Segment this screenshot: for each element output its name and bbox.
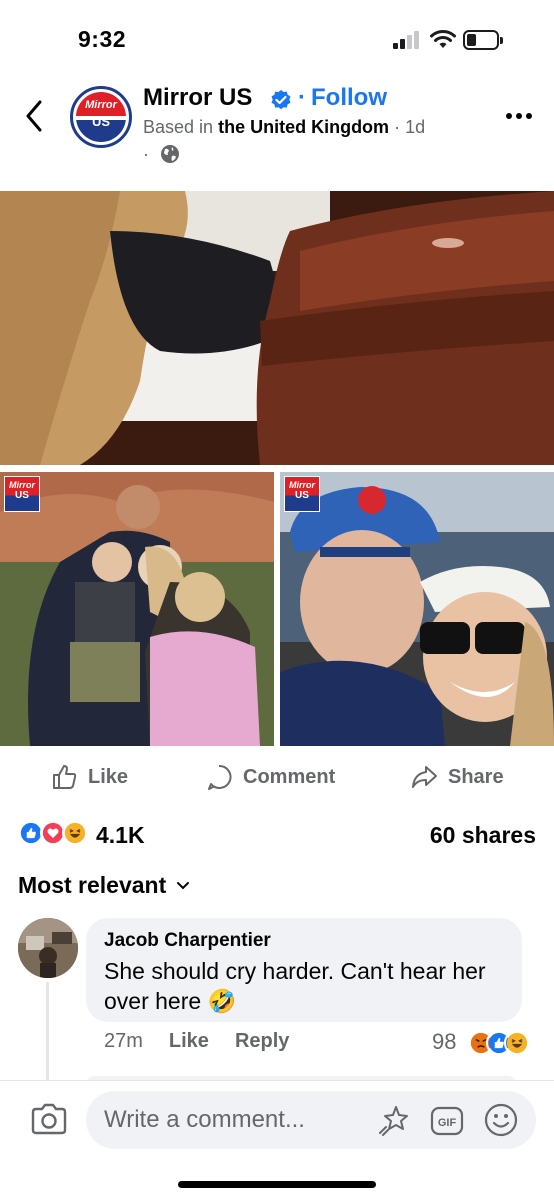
badge-text: Mirror	[8, 480, 35, 490]
commenter-avatar[interactable]	[18, 918, 78, 978]
comment-sort-label: Most relevant	[18, 872, 167, 898]
photo-selfie-illustration	[280, 472, 554, 746]
gif-icon[interactable]: GIF	[430, 1106, 464, 1136]
badge-sub: US	[295, 490, 309, 501]
comment-sort-dropdown[interactable]: Most relevant	[18, 872, 190, 899]
share-button[interactable]: Share	[410, 760, 504, 794]
wifi-icon	[430, 30, 456, 48]
mirror-watermark-left: Mirror US	[4, 476, 40, 512]
post-actions-bar: Like Comment Share	[0, 752, 554, 802]
badge-sub: US	[15, 490, 29, 501]
comment-text: She should cry harder. Can't hear her ov…	[104, 958, 486, 1014]
post-photo-family[interactable]: Mirror US	[0, 472, 274, 746]
share-count[interactable]: 60 shares	[430, 822, 536, 849]
photo-main-illustration	[0, 191, 554, 465]
verified-badge-icon	[271, 90, 291, 110]
comment-composer: Write a comment... GIF	[0, 1080, 554, 1200]
comment-button[interactable]: Comment	[205, 760, 335, 794]
privacy-separator: ·	[143, 144, 149, 164]
comment-reaction-count[interactable]: 98	[432, 1029, 456, 1055]
comment-like-button[interactable]: Like	[169, 1030, 209, 1053]
emoji-icon[interactable]	[484, 1103, 518, 1137]
like-button[interactable]: Like	[50, 760, 128, 794]
post-photo-main[interactable]	[0, 191, 554, 465]
thread-connector	[46, 982, 49, 1082]
comment-author[interactable]: Jacob Charpentier	[104, 930, 271, 952]
globe-icon	[161, 145, 179, 163]
chevron-down-icon	[177, 881, 190, 889]
page-name[interactable]: Mirror US	[143, 84, 252, 112]
like-label: Like	[88, 765, 129, 788]
cellular-signal-icon	[393, 31, 421, 49]
more-options-icon[interactable]	[504, 111, 534, 121]
status-time: 9:32	[78, 26, 127, 52]
share-arrow-icon	[412, 766, 437, 788]
avatar-logo-sub: US	[91, 114, 111, 129]
avatar-photo	[18, 918, 78, 978]
follow-separator: ·	[298, 84, 306, 111]
badge-text: Mirror	[288, 480, 315, 490]
post-photo-selfie[interactable]: Mirror US	[280, 472, 554, 746]
status-bar: 9:32	[0, 0, 554, 80]
avatar-sticker-icon[interactable]	[376, 1103, 412, 1139]
comment-bubble[interactable]: Jacob Charpentier She should cry harder.…	[86, 918, 522, 1022]
comment-meta: 27m Like Reply	[104, 1030, 289, 1053]
comment-bubble-icon	[208, 764, 232, 790]
battery-icon	[463, 30, 503, 50]
thumbs-up-icon	[53, 765, 77, 789]
mirror-watermark-right: Mirror US	[284, 476, 320, 512]
follow-button[interactable]: Follow	[311, 84, 387, 112]
haha-reaction-icon	[62, 820, 88, 846]
comment-time: 27m	[104, 1030, 143, 1052]
page-avatar[interactable]: Mirror US	[70, 86, 132, 148]
share-label: Share	[448, 765, 504, 788]
avatar-logo-text: Mirror	[85, 99, 117, 111]
based-in-prefix: Based in	[143, 117, 214, 137]
camera-icon[interactable]	[30, 1103, 68, 1135]
based-in-location[interactable]: the United Kingdom	[218, 117, 389, 137]
comment-input[interactable]: Write a comment... GIF	[86, 1091, 536, 1149]
home-indicator	[178, 1181, 376, 1188]
back-arrow-icon[interactable]	[20, 98, 50, 134]
post-age[interactable]: · 1d	[394, 117, 425, 137]
haha-reaction-icon	[504, 1030, 530, 1056]
post-meta: Based in the United Kingdom · 1d	[143, 117, 425, 138]
comment-reply-button[interactable]: Reply	[235, 1030, 289, 1053]
photo-family-illustration	[0, 472, 274, 746]
comment-label: Comment	[243, 765, 336, 788]
gif-label: GIF	[438, 1117, 457, 1129]
reaction-count[interactable]: 4.1K	[96, 822, 145, 849]
comment-input-placeholder: Write a comment...	[104, 1106, 305, 1133]
